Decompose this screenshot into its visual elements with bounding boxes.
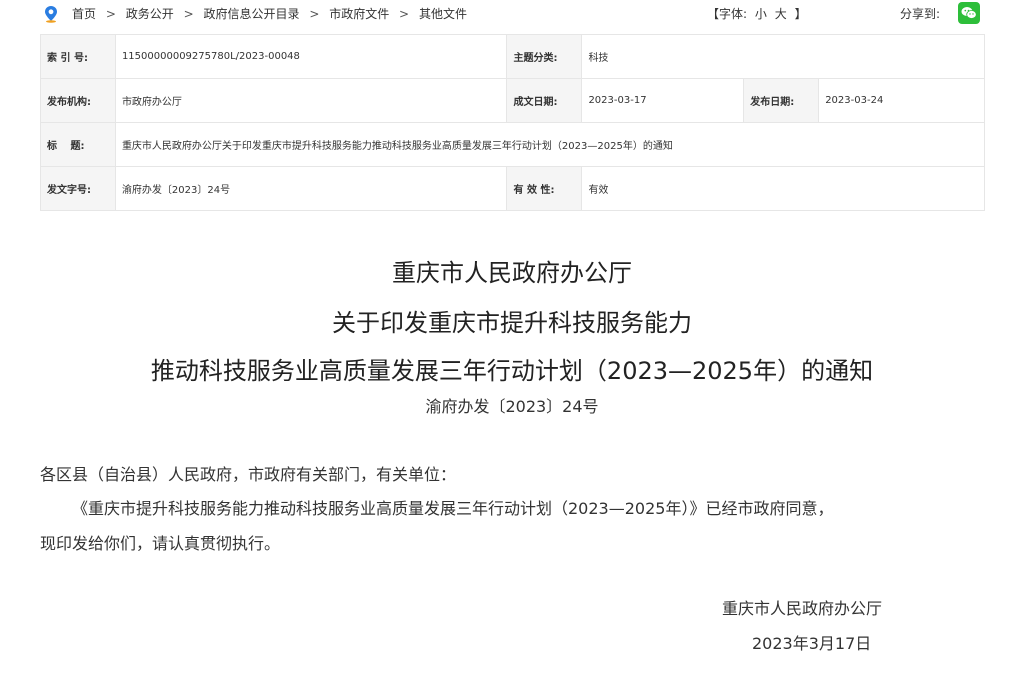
created-date-label: 成文日期: [506,78,583,123]
breadcrumb-separator: > [309,7,320,21]
breadcrumb: 首页 > 政务公开 > 政府信息公开目录 > 市政府文件 > 其他文件 [72,5,467,23]
salutation: 各区县（自治县）人民政府，市政府有关部门，有关单位： [40,465,457,484]
body-paragraph-line-1: 《重庆市提升科技服务能力推动科技服务业高质量发展三年行动计划（2023—2025… [72,499,834,518]
title-label: 标 题: [40,122,116,167]
wechat-share-icon[interactable] [958,2,980,24]
category-label: 主题分类: [506,34,583,79]
publisher-label: 发布机构: [40,78,116,123]
breadcrumb-city-docs[interactable]: 市政府文件 [329,7,389,21]
breadcrumb-separator: > [399,7,410,21]
document-title-line-3: 推动科技服务业高质量发展三年行动计划（2023—2025年）的通知 [150,357,874,385]
breadcrumb-separator: > [183,7,194,21]
document-title-line-2: 关于印发重庆市提升科技服务能力 [332,309,692,337]
doc-number-label: 发文字号: [40,166,116,211]
font-size-control: 【字体: 小 大 】 [705,5,809,23]
doc-number-value: 渝府办发〔2023〕24号 [114,166,508,211]
breadcrumb-info-directory[interactable]: 政府信息公开目录 [203,7,299,21]
meta-row-publisher: 发布机构: 市政府办公厅 成文日期: 2023-03-17 发布日期: 2023… [40,78,985,123]
index-number-value: 11500000009275780L/2023-00048 [114,34,508,79]
meta-row-index: 索 引 号: 11500000009275780L/2023-00048 主题分… [40,34,985,79]
signature-date: 2023年3月17日 [752,634,872,653]
breadcrumb-gov-affairs[interactable]: 政务公开 [126,7,174,21]
document-meta-table: 索 引 号: 11500000009275780L/2023-00048 主题分… [40,34,986,211]
meta-row-title: 标 题: 重庆市人民政府办公厅关于印发重庆市提升科技服务能力推动科技服务业高质量… [40,122,986,167]
font-size-small-button[interactable]: 小 [755,7,767,21]
font-size-suffix: 】 [794,7,807,21]
release-date-label: 发布日期: [743,78,820,123]
signature-organization: 重庆市人民政府办公厅 [722,599,883,618]
document-title-line-1: 重庆市人民政府办公厅 [392,259,632,287]
font-size-prefix: 【字体: [707,7,748,21]
breadcrumb-other-docs[interactable]: 其他文件 [419,7,467,21]
validity-label: 有 效 性: [506,166,583,211]
document-number: 渝府办发〔2023〕24号 [425,397,599,416]
location-pin-icon [45,6,57,23]
body-paragraph-line-2: 现印发给你们，请认真贯彻执行。 [40,534,281,553]
created-date-value: 2023-03-17 [581,78,745,123]
breadcrumb-home[interactable]: 首页 [72,7,96,21]
publisher-value: 市政府办公厅 [114,78,508,123]
top-bar: 首页 > 政务公开 > 政府信息公开目录 > 市政府文件 > 其他文件 【字体:… [0,0,1024,28]
breadcrumb-separator: > [105,7,116,21]
title-value: 重庆市人民政府办公厅关于印发重庆市提升科技服务能力推动科技服务业高质量发展三年行… [114,122,986,167]
font-size-large-button[interactable]: 大 [775,7,787,21]
index-number-label: 索 引 号: [40,34,116,79]
share-label: 分享到: [900,7,941,21]
meta-row-docno: 发文字号: 渝府办发〔2023〕24号 有 效 性: 有效 [40,166,985,211]
category-value: 科技 [581,34,985,79]
validity-value: 有效 [581,166,985,211]
release-date-value: 2023-03-24 [818,78,985,123]
